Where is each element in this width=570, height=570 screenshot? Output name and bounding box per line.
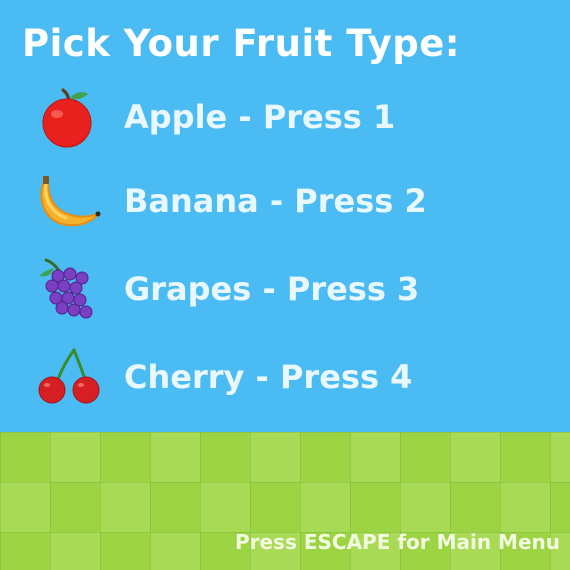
option-apple[interactable]: Apple - Press 1 xyxy=(0,86,570,156)
cherry-icon xyxy=(32,344,104,416)
option-grapes[interactable]: Grapes - Press 3 xyxy=(0,254,570,324)
option-label-cherry: Cherry - Press 4 xyxy=(124,358,413,396)
option-label-grapes: Grapes - Press 3 xyxy=(124,270,420,308)
option-label-banana: Banana - Press 2 xyxy=(124,182,427,220)
option-cherry[interactable]: Cherry - Press 4 xyxy=(0,342,570,412)
apple-icon xyxy=(32,86,104,158)
option-label-apple: Apple - Press 1 xyxy=(124,98,396,136)
page-title: Pick Your Fruit Type: xyxy=(22,22,461,65)
escape-hint: Press ESCAPE for Main Menu xyxy=(234,530,560,554)
grapes-icon xyxy=(32,254,104,326)
banana-icon xyxy=(32,170,104,242)
option-banana[interactable]: Banana - Press 2 xyxy=(0,168,570,238)
